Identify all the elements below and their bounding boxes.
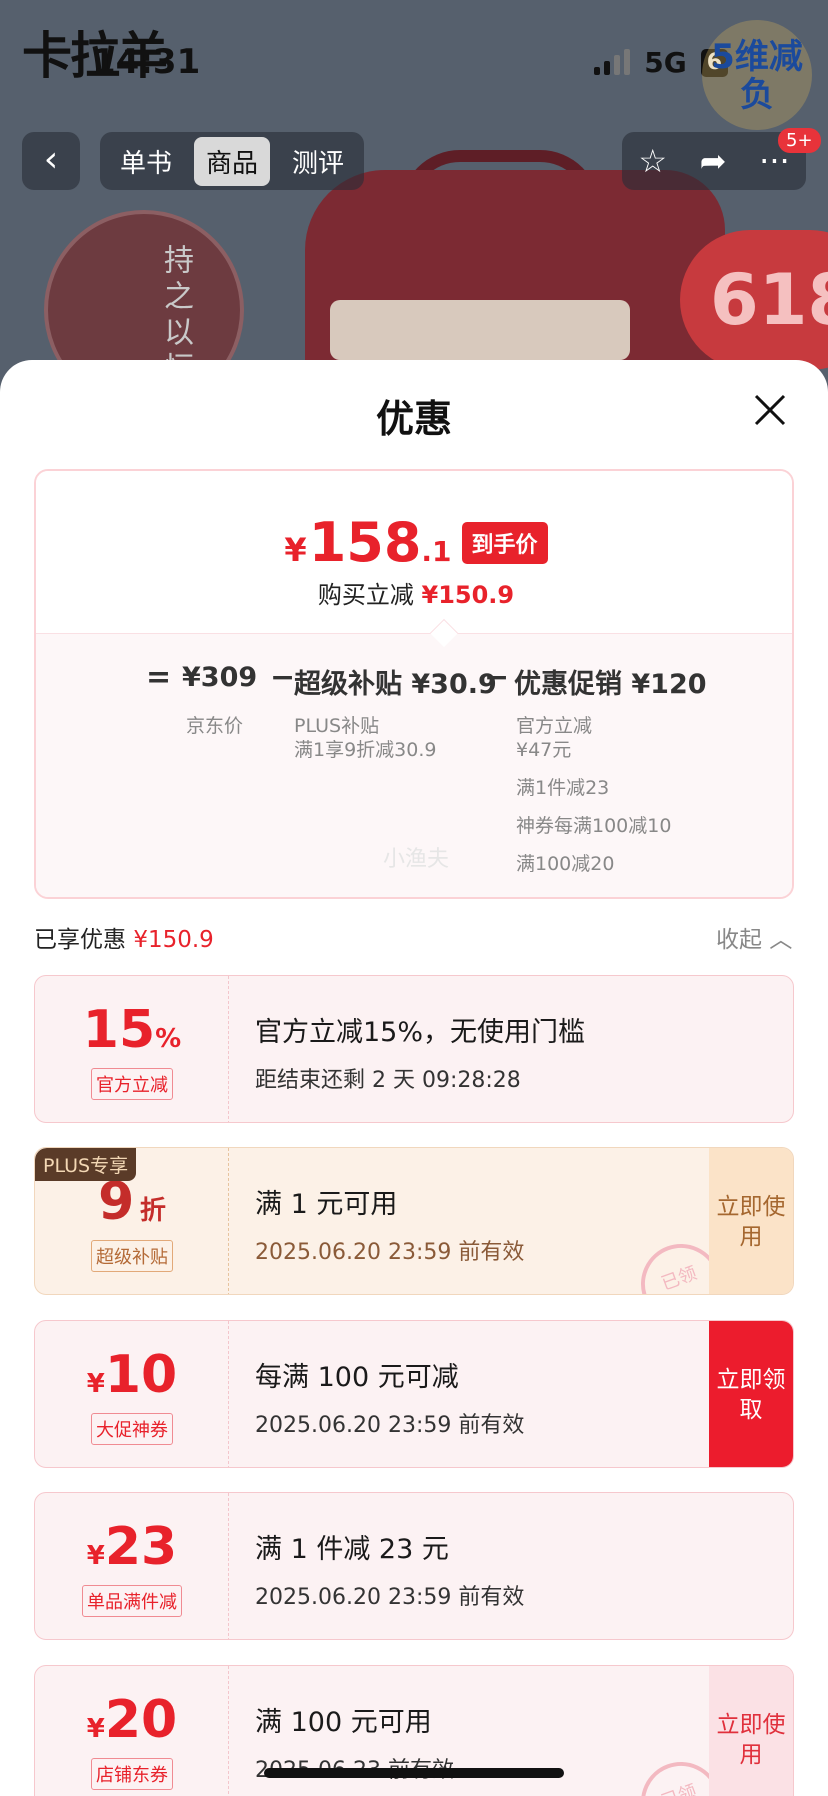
reduction-value: ¥150.9	[421, 581, 515, 609]
coupon-value: 15% 官方立减	[35, 976, 229, 1122]
enjoyed-value: ¥150.9	[133, 927, 214, 953]
coupon-validity: 2025.06.20 23:59 前有效	[255, 1413, 525, 1438]
coupon-title: 官方立减15%，无使用门槛	[255, 1017, 586, 1048]
coupon-value: ¥23 单品满件减	[35, 1493, 229, 1639]
chevron-up-icon: ︿	[769, 927, 793, 953]
home-indicator[interactable]	[264, 1768, 564, 1778]
status-time: 14:31	[92, 42, 201, 82]
enjoyed-discount: 已享优惠 ¥150.9	[34, 920, 214, 954]
claim-now-button[interactable]: 立即领取	[709, 1321, 793, 1467]
final-price-tag: 到手价	[461, 521, 548, 564]
final-price: ¥ 158 .1 到手价	[36, 511, 792, 574]
use-now-button[interactable]: 立即使用	[709, 1666, 793, 1796]
promo-line: 满1件减23	[516, 777, 610, 799]
minus-sign: −	[484, 660, 510, 695]
use-now-button[interactable]: 立即使用	[709, 1148, 793, 1294]
equals-sign: =	[146, 660, 172, 695]
subsidy-label: PLUS补贴	[294, 715, 380, 737]
coupon-type-label: 店铺东券	[91, 1758, 173, 1790]
minus-sign: −	[270, 660, 296, 695]
promo-line: 官方立减	[516, 715, 593, 737]
coupon-unit: %	[155, 1024, 182, 1054]
collapse-button[interactable]: 收起 ︿	[716, 920, 792, 954]
coupon-title: 满 1 元可用	[255, 1189, 398, 1220]
base-price: ¥309	[182, 662, 258, 693]
enjoyed-label: 已享优惠	[34, 927, 126, 953]
coupon-countdown: 距结束还剩 2 天 09:28:28	[255, 1068, 521, 1093]
purchase-reduction: 购买立减 ¥150.9	[36, 575, 792, 610]
coupon-amount: 10	[104, 1345, 178, 1405]
subsidy-detail: 满1享9折减30.9	[294, 739, 437, 761]
nav-tabs: 单书 商品 测评	[100, 132, 365, 190]
coupon-amount: 15	[82, 1000, 156, 1060]
coupon-unit: 折	[139, 1196, 166, 1226]
tab-review[interactable]: 测评	[280, 137, 356, 186]
price-breakdown-card: ¥ 158 .1 到手价 购买立减 ¥150.9 = ¥309 京东价 − 超级…	[34, 469, 794, 899]
promo-value: 优惠促销 ¥120	[514, 669, 707, 700]
coupon-card: ¥10 大促神券 每满 100 元可减 2025.06.20 23:59 前有效…	[34, 1320, 794, 1468]
network-label: 5G	[644, 46, 687, 79]
coupon-card: ¥23 单品满件减 满 1 件减 23 元 2025.06.20 23:59 前…	[34, 1492, 794, 1640]
final-price-integer: 158	[308, 511, 422, 574]
reduction-label: 购买立减	[317, 581, 414, 609]
promo-line: ¥47元	[516, 739, 572, 761]
share-icon[interactable]: ➦	[700, 142, 727, 180]
coupon-amount: 20	[104, 1690, 178, 1750]
signal-icon	[594, 48, 631, 75]
coupon-validity: 2025.06.20 23:59 前有效	[255, 1240, 525, 1265]
close-icon[interactable]	[748, 388, 792, 432]
coupon-type-label: 单品满件减	[82, 1585, 182, 1617]
feature-badge: 5维减负	[702, 20, 812, 130]
coupon-title: 满 100 元可用	[255, 1707, 432, 1738]
tab-product[interactable]: 商品	[194, 136, 271, 186]
coupon-card: 15% 官方立减 官方立减15%，无使用门槛 距结束还剩 2 天 09:28:2…	[34, 975, 794, 1123]
coupon-unit: ¥	[86, 1369, 105, 1399]
promo-618-badge: 618	[680, 230, 828, 370]
coupon-card: 9 折 超级补贴 PLUS专享 满 1 元可用 2025.06.20 23:59…	[34, 1147, 794, 1295]
coupon-amount: 9	[98, 1172, 135, 1232]
coupon-title: 每满 100 元可减	[255, 1362, 459, 1393]
promo-line: 神券每满100减10	[516, 815, 672, 837]
favorite-icon[interactable]: ☆	[638, 142, 667, 180]
coupon-amount: 23	[104, 1517, 178, 1577]
subsidy-value: 超级补贴 ¥30.9	[294, 669, 497, 700]
currency-symbol: ¥	[284, 531, 307, 569]
coupon-title: 满 1 件减 23 元	[255, 1534, 449, 1565]
tab-detail[interactable]: 单书	[108, 137, 184, 186]
coupon-unit: ¥	[86, 1541, 105, 1571]
coupon-value: ¥20 店铺东券	[35, 1666, 229, 1796]
watermark: 小渔夫	[382, 847, 449, 872]
discount-sheet: 优惠 ¥ 158 .1 到手价 购买立减 ¥150.9 = ¥309 京东价 −…	[0, 360, 828, 1796]
bag-stripe	[330, 300, 630, 360]
message-count-badge: 5+	[778, 128, 821, 153]
collapse-label: 收起	[716, 927, 762, 953]
product-background: 持之以恒 618 卡拉羊 14:31 5G 6 5维减负 ‹ 单书 商品 测评 …	[0, 0, 828, 420]
coupon-unit: ¥	[86, 1714, 105, 1744]
coupon-type-label: 超级补贴	[91, 1240, 173, 1272]
base-price-label: 京东价	[186, 715, 244, 737]
coupon-validity: 2025.06.20 23:59 前有效	[255, 1585, 525, 1610]
plus-exclusive-tag: PLUS专享	[35, 1148, 137, 1181]
coupon-value: ¥10 大促神券	[35, 1321, 229, 1467]
back-button[interactable]: ‹	[22, 132, 80, 190]
coupon-type-label: 官方立减	[91, 1068, 173, 1100]
final-price-decimal: .1	[421, 535, 452, 568]
final-price-section: ¥ 158 .1 到手价 购买立减 ¥150.9	[36, 471, 792, 633]
coupon-type-label: 大促神券	[91, 1413, 173, 1445]
sheet-title: 优惠	[375, 397, 452, 441]
